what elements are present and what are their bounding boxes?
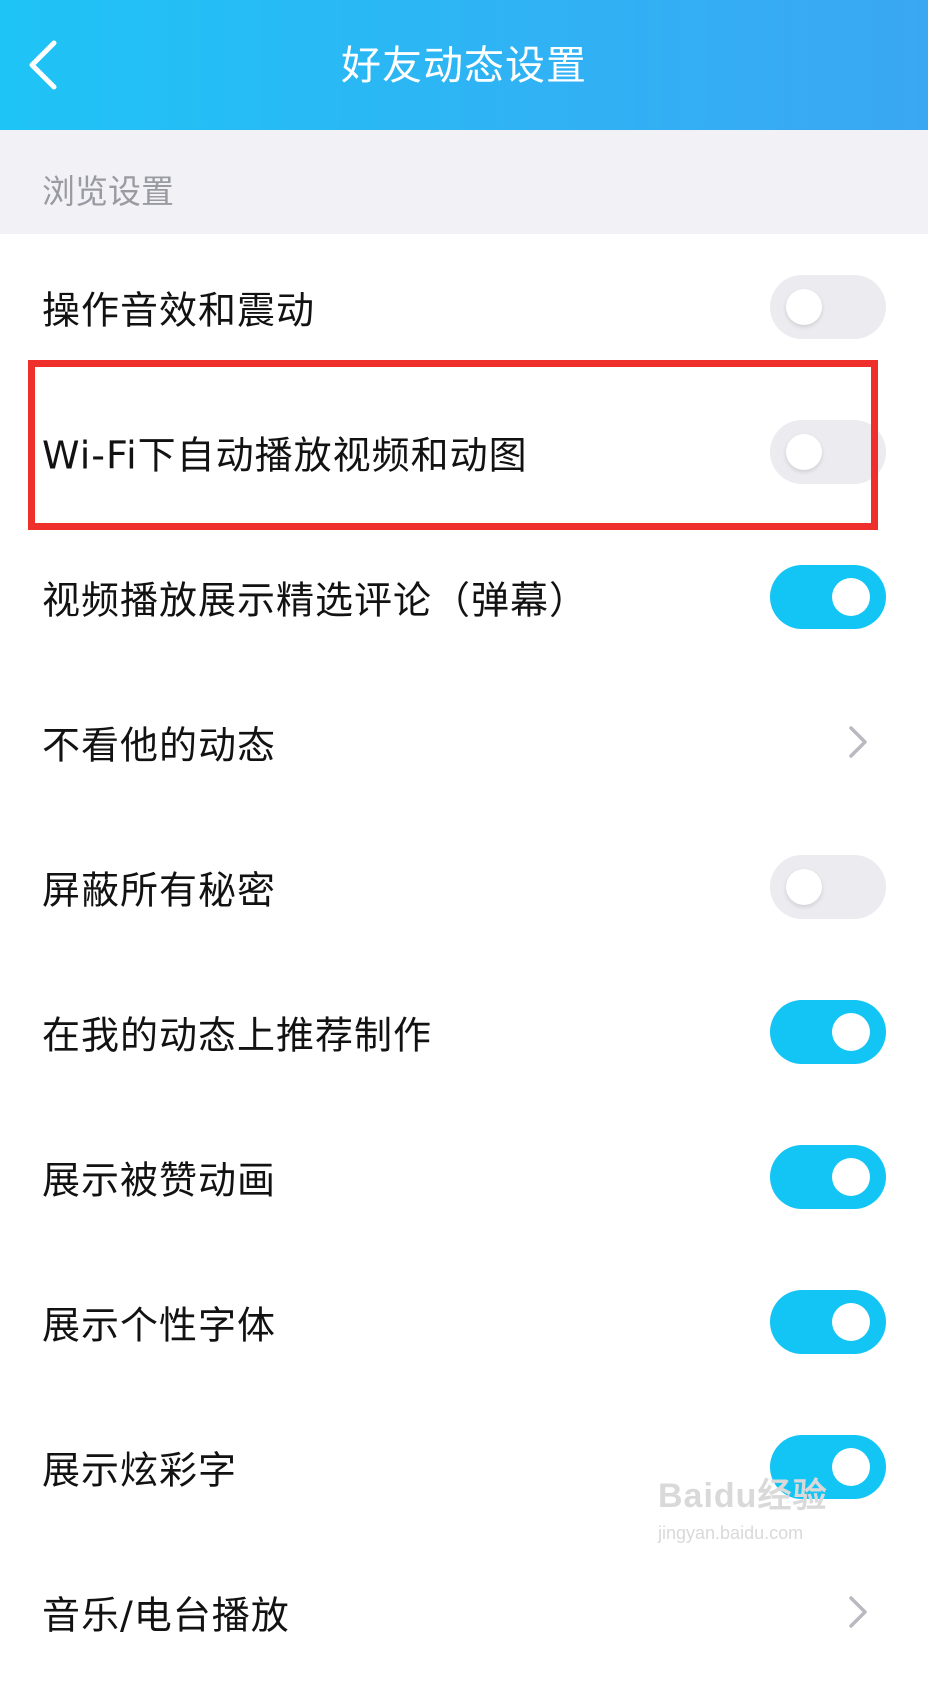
watermark-logo: Baidu经验 xyxy=(658,1477,828,1515)
chevron-right-icon xyxy=(849,725,867,758)
sound-vibration-toggle[interactable] xyxy=(770,274,886,339)
setting-label: 在我的动态上推荐制作 xyxy=(42,1013,433,1057)
setting-label: 屏蔽所有秘密 xyxy=(42,868,277,912)
danmaku-comments-toggle[interactable] xyxy=(770,564,886,629)
setting-row-wifi-autoplay[interactable]: Wi-Fi下自动播放视频和动图 xyxy=(0,379,928,524)
wifi-autoplay-toggle[interactable] xyxy=(770,419,886,484)
watermark-url: jingyan.baidu.com xyxy=(658,1523,804,1543)
setting-row-hide-feeds[interactable]: 不看他的动态 xyxy=(0,669,928,814)
setting-label: 视频播放展示精选评论（弹幕） xyxy=(42,578,589,622)
setting-label: 展示炫彩字 xyxy=(42,1448,238,1492)
setting-row-music-radio[interactable]: 音乐/电台播放 xyxy=(0,1539,928,1684)
custom-font-toggle[interactable] xyxy=(770,1289,886,1354)
setting-label: 展示个性字体 xyxy=(42,1303,277,1347)
toggle-knob xyxy=(832,577,870,616)
setting-row-danmaku-comments[interactable]: 视频播放展示精选评论（弹幕） xyxy=(0,524,928,669)
recommend-creation-toggle[interactable] xyxy=(770,999,886,1064)
toggle-knob xyxy=(832,1302,870,1341)
toggle-knob xyxy=(832,1157,870,1196)
section-title: 浏览设置 xyxy=(42,172,174,211)
setting-label: 不看他的动态 xyxy=(42,723,277,767)
setting-label: 音乐/电台播放 xyxy=(42,1593,290,1637)
setting-row-custom-font[interactable]: 展示个性字体 xyxy=(0,1249,928,1394)
setting-row-block-secrets[interactable]: 屏蔽所有秘密 xyxy=(0,814,928,959)
watermark: Baidu经验 jingyan.baidu.com xyxy=(658,1468,858,1558)
toggle-knob xyxy=(786,288,822,325)
setting-row-sound-vibration[interactable]: 操作音效和震动 xyxy=(0,234,928,379)
setting-label: Wi-Fi下自动播放视频和动图 xyxy=(42,433,528,477)
setting-row-like-animation[interactable]: 展示被赞动画 xyxy=(0,1104,928,1249)
settings-list: 操作音效和震动 Wi-Fi下自动播放视频和动图 视频播放展示精选评论（弹幕） 不… xyxy=(0,234,928,1684)
toggle-knob xyxy=(786,868,822,905)
setting-label: 展示被赞动画 xyxy=(42,1158,277,1202)
chevron-right-icon xyxy=(849,1595,867,1628)
section-header: 浏览设置 xyxy=(0,130,928,234)
block-secrets-toggle[interactable] xyxy=(770,854,886,919)
toggle-knob xyxy=(832,1012,870,1051)
toggle-knob xyxy=(786,433,822,470)
page-title: 好友动态设置 xyxy=(341,43,587,89)
setting-label: 操作音效和震动 xyxy=(42,288,316,332)
setting-row-recommend-creation[interactable]: 在我的动态上推荐制作 xyxy=(0,959,928,1104)
nav-header: 好友动态设置 xyxy=(0,0,928,130)
like-animation-toggle[interactable] xyxy=(770,1144,886,1209)
